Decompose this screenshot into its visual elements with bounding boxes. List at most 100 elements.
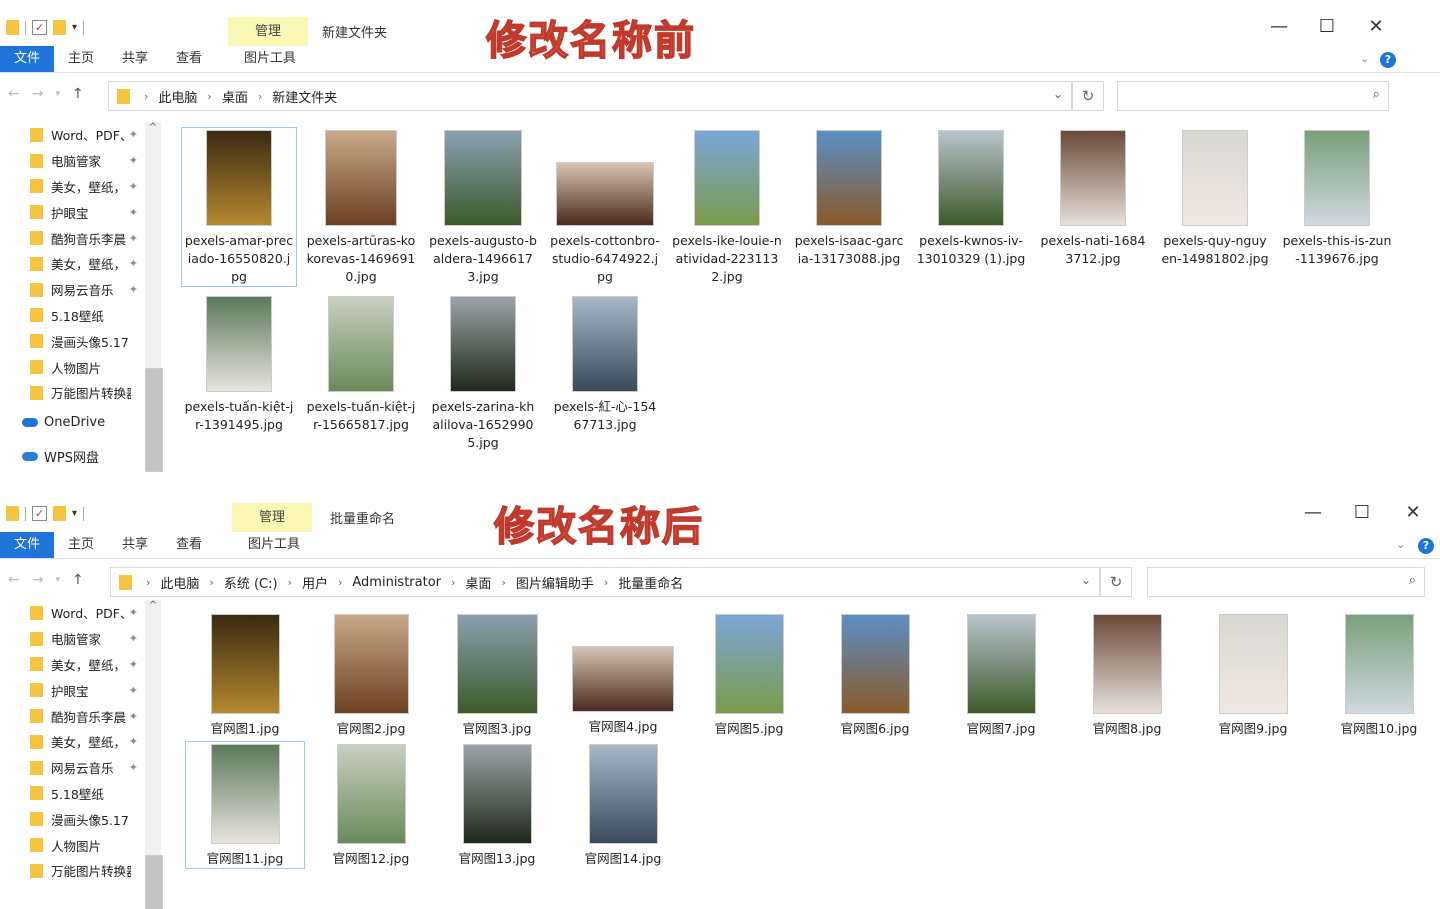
file-item[interactable]: pexels-紅-心-15467713.jpg <box>548 294 662 434</box>
file-item[interactable]: 官网图9.jpg <box>1194 612 1312 738</box>
breadcrumb-separator-icon[interactable]: › <box>140 576 156 589</box>
file-item[interactable]: pexels-ike-louie-natividad-2231132.jpg <box>670 128 784 286</box>
sidebar-item[interactable]: 电脑管家 ✦ <box>0 148 148 174</box>
breadcrumb-item[interactable]: 桌面 <box>461 573 495 592</box>
file-item[interactable]: 官网图7.jpg <box>942 612 1060 738</box>
tab-share[interactable]: 共享 <box>108 532 162 558</box>
recent-dropdown-icon[interactable]: ▾ <box>55 89 60 99</box>
chevron-down-icon[interactable]: ⌄ <box>1081 573 1091 587</box>
up-icon[interactable]: ↑ <box>72 572 84 588</box>
properties-icon[interactable]: ✓ <box>32 506 47 521</box>
forward-icon[interactable]: → <box>32 86 44 102</box>
breadcrumb-separator-icon[interactable]: › <box>598 576 614 589</box>
back-icon[interactable]: ← <box>8 86 20 102</box>
close-icon[interactable]: ✕ <box>1361 16 1391 37</box>
file-item[interactable]: 官网图6.jpg <box>816 612 934 738</box>
sidebar-item-wps[interactable]: WPS网盘 <box>0 440 148 474</box>
sidebar-item[interactable]: 网易云音乐 ✦ <box>0 755 148 781</box>
help-icon[interactable]: ? <box>1418 538 1434 554</box>
pin-icon[interactable]: ✦ <box>129 232 138 245</box>
tab-share[interactable]: 共享 <box>108 46 162 72</box>
breadcrumb-separator-icon[interactable]: › <box>495 576 511 589</box>
pin-icon[interactable]: ✦ <box>129 684 138 697</box>
address-bar[interactable]: › 此电脑 › 系统 (C:) › 用户 › Administrator › 桌面 › 图片编辑助手 ›… <box>110 567 1100 597</box>
sidebar-item[interactable]: 美女，壁纸， ✦ <box>0 251 148 277</box>
sidebar-item[interactable]: 5.18壁纸 <box>0 781 148 807</box>
scroll-up-icon[interactable]: ^ <box>145 600 161 611</box>
file-item[interactable]: pexels-cottonbro-studio-6474922.jpg <box>548 128 662 286</box>
tab-view[interactable]: 查看 <box>162 532 216 558</box>
recent-dropdown-icon[interactable]: ▾ <box>55 575 60 585</box>
sidebar-item[interactable]: 漫画头像5.17 <box>0 806 148 832</box>
file-item[interactable]: 官网图13.jpg <box>438 742 556 868</box>
breadcrumb-item[interactable]: 此电脑 <box>154 87 201 106</box>
file-item[interactable]: pexels-amar-preciado-16550820.jpg <box>181 127 297 287</box>
breadcrumb-item[interactable]: 批量重命名 <box>614 573 687 592</box>
customize-dropdown-icon[interactable]: ▾ <box>72 508 77 519</box>
sidebar-item[interactable]: Word、PDF、 ✦ <box>0 122 148 148</box>
pin-icon[interactable]: ✦ <box>129 632 138 645</box>
chevron-down-icon[interactable]: ⌄ <box>1053 87 1063 101</box>
nav-pane-scrollbar[interactable]: ^ <box>145 600 163 909</box>
pin-icon[interactable]: ✦ <box>129 658 138 671</box>
scroll-up-icon[interactable]: ^ <box>145 122 161 133</box>
manage-tab[interactable]: 管理 <box>232 503 312 532</box>
pin-icon[interactable]: ✦ <box>129 761 138 774</box>
breadcrumb-item[interactable]: 图片编辑助手 <box>512 573 598 592</box>
sidebar-item[interactable]: 人物图片 <box>0 354 148 380</box>
pin-icon[interactable]: ✦ <box>129 206 138 219</box>
sidebar-item[interactable]: 万能图片转换器 <box>0 858 148 884</box>
tab-file[interactable]: 文件 <box>0 46 55 72</box>
chevron-down-icon[interactable]: ⌄ <box>1396 538 1405 551</box>
sidebar-item[interactable]: 电脑管家 ✦ <box>0 626 148 652</box>
tab-home[interactable]: 主页 <box>54 46 108 72</box>
file-item[interactable]: 官网图8.jpg <box>1068 612 1186 738</box>
file-item[interactable]: 官网图4.jpg <box>564 612 682 736</box>
minimize-icon[interactable]: — <box>1298 502 1328 523</box>
back-icon[interactable]: ← <box>8 572 20 588</box>
breadcrumb-separator-icon[interactable]: › <box>445 576 461 589</box>
pin-icon[interactable]: ✦ <box>129 283 138 296</box>
search-input[interactable]: ⌕ <box>1117 81 1389 111</box>
pin-icon[interactable]: ✦ <box>129 710 138 723</box>
forward-icon[interactable]: → <box>32 572 44 588</box>
sidebar-item[interactable]: 酷狗音乐李晨 ✦ <box>0 225 148 251</box>
sidebar-item[interactable]: 人物图片 <box>0 832 148 858</box>
up-icon[interactable]: ↑ <box>72 86 84 102</box>
sidebar-item[interactable]: 万能图片转换器 <box>0 380 148 406</box>
manage-tab[interactable]: 管理 <box>228 17 308 46</box>
file-item[interactable]: pexels-augusto-baldera-14966173.jpg <box>426 128 540 286</box>
new-folder-icon[interactable] <box>53 506 66 521</box>
sidebar-item[interactable]: 护眼宝 ✦ <box>0 199 148 225</box>
help-icon[interactable]: ? <box>1380 52 1396 68</box>
file-item[interactable]: 官网图12.jpg <box>312 742 430 868</box>
sidebar-item-onedrive[interactable]: OneDrive <box>0 406 148 440</box>
sidebar-item[interactable]: 5.18壁纸 <box>0 303 148 329</box>
breadcrumb-separator-icon[interactable]: › <box>332 576 348 589</box>
file-item[interactable]: pexels-artūras-kokorevas-14696910.jpg <box>304 128 418 286</box>
sidebar-item[interactable]: 美女，壁纸， ✦ <box>0 652 148 678</box>
tab-picture-tools[interactable]: 图片工具 <box>236 532 312 558</box>
breadcrumb-item[interactable]: 新建文件夹 <box>268 87 341 106</box>
breadcrumb-item[interactable]: 桌面 <box>218 87 252 106</box>
file-item[interactable]: pexels-this-is-zun-1139676.jpg <box>1280 128 1394 268</box>
search-input[interactable]: ⌕ <box>1147 567 1425 597</box>
tab-view[interactable]: 查看 <box>162 46 216 72</box>
pin-icon[interactable]: ✦ <box>129 257 138 270</box>
breadcrumb-separator-icon[interactable]: › <box>252 90 268 103</box>
file-item[interactable]: 官网图14.jpg <box>564 742 682 868</box>
breadcrumb-item[interactable]: Administrator <box>348 575 445 590</box>
nav-pane-scrollbar[interactable]: ^ <box>145 122 163 472</box>
file-item[interactable]: 官网图2.jpg <box>312 612 430 738</box>
sidebar-item[interactable]: 网易云音乐 ✦ <box>0 277 148 303</box>
minimize-icon[interactable]: — <box>1264 16 1294 37</box>
file-item[interactable]: 官网图1.jpg <box>186 612 304 738</box>
folder-icon[interactable] <box>6 20 19 35</box>
sidebar-item[interactable]: 酷狗音乐李晨 ✦ <box>0 703 148 729</box>
breadcrumb-item[interactable]: 用户 <box>298 573 332 592</box>
address-bar[interactable]: › 此电脑 › 桌面 › 新建文件夹 ⌄ <box>108 81 1072 111</box>
breadcrumb-separator-icon[interactable]: › <box>201 90 217 103</box>
file-item[interactable]: 官网图3.jpg <box>438 612 556 738</box>
file-item[interactable]: pexels-tuấn-kiệt-jr-1391495.jpg <box>182 294 296 434</box>
breadcrumb-separator-icon[interactable]: › <box>203 576 219 589</box>
